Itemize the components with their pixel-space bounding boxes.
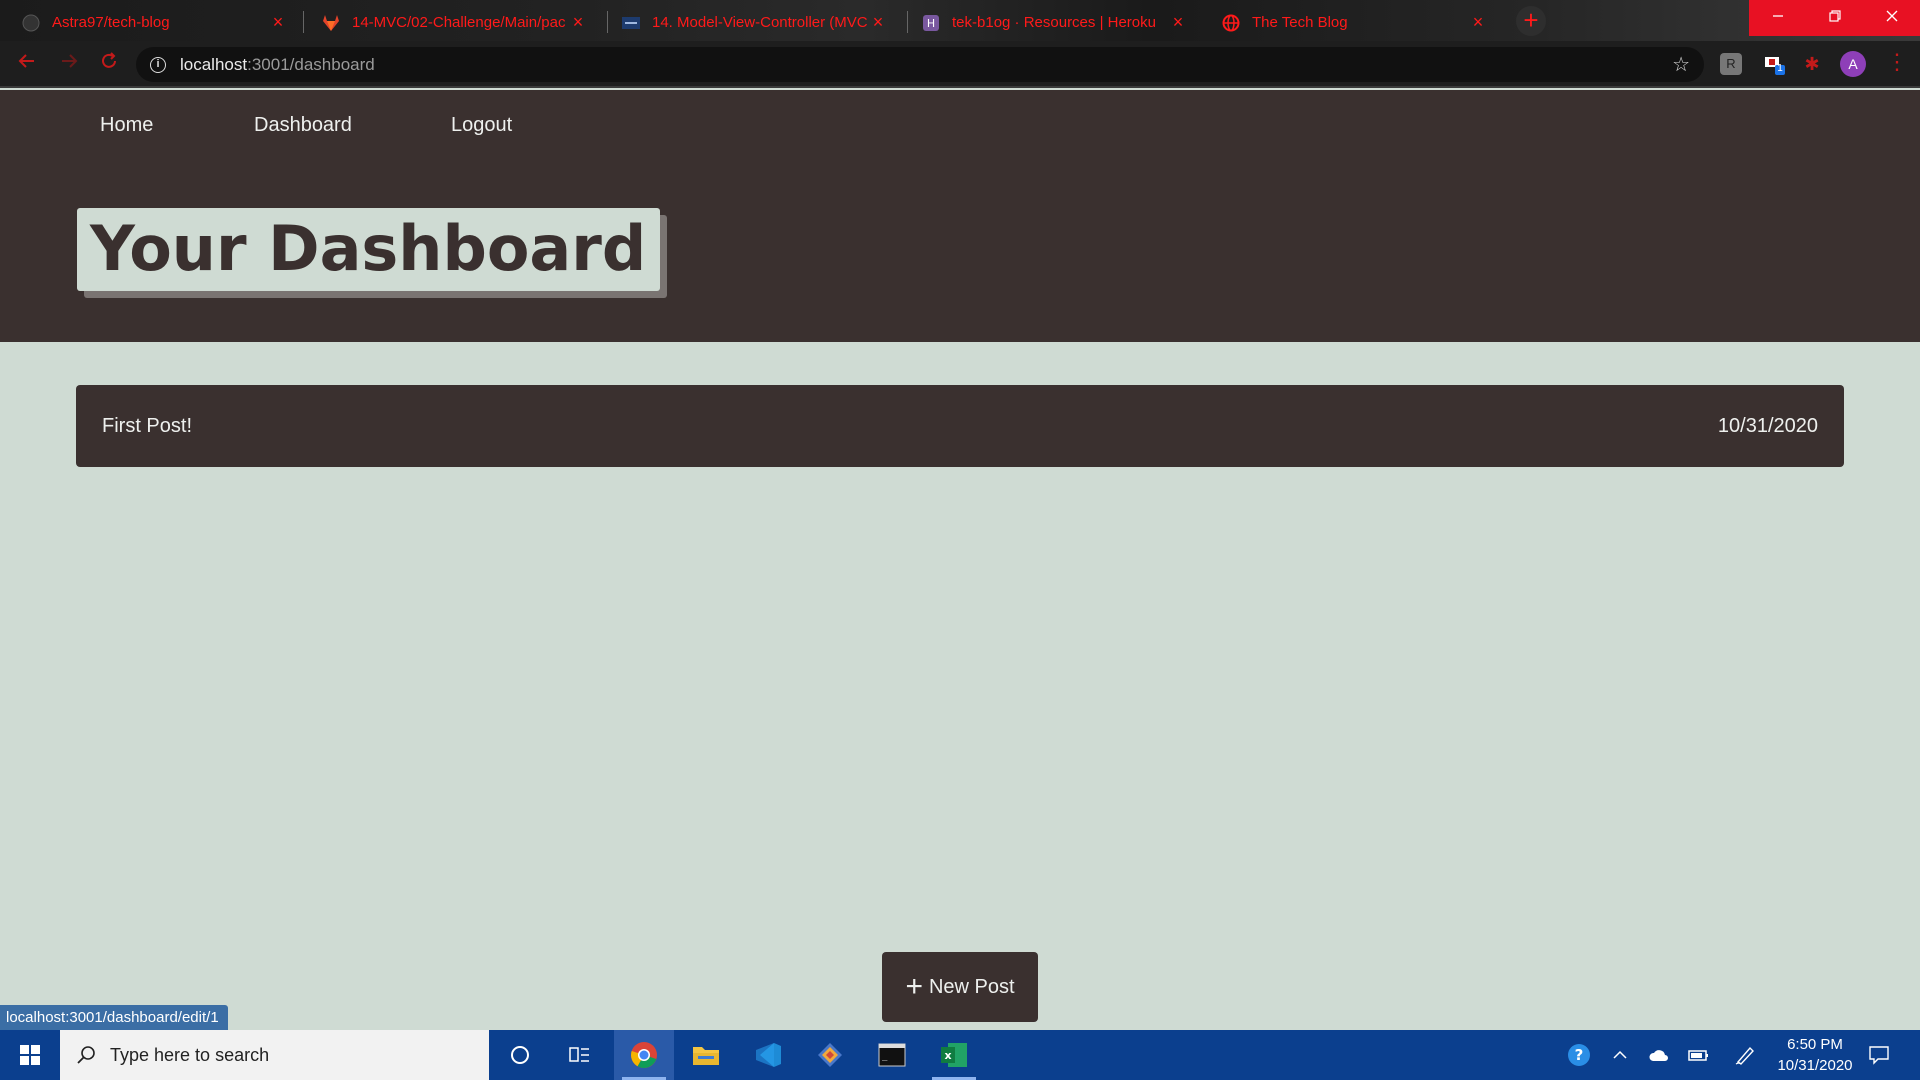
clock-time: 6:50 PM	[1787, 1036, 1843, 1053]
minimize-icon	[1772, 15, 1783, 17]
url-path: :3001/dashboard	[247, 54, 375, 74]
tab-tech-blog[interactable]: The Tech Blog ×	[1200, 4, 1500, 41]
task-view-icon	[569, 1047, 589, 1062]
nav-dashboard-link[interactable]: Dashboard	[254, 114, 352, 137]
excel-icon: x	[941, 1043, 967, 1067]
new-tab-button[interactable]: +	[1516, 6, 1546, 36]
battery-icon[interactable]	[1688, 1030, 1710, 1080]
git-diamond-icon	[818, 1043, 842, 1067]
minimize-button[interactable]	[1749, 0, 1806, 36]
gitlab-icon	[322, 14, 340, 32]
page-title-wrapper: Your Dashboard	[77, 208, 661, 291]
status-bar-url: localhost:3001/dashboard/edit/1	[0, 1005, 228, 1030]
close-icon[interactable]: ×	[868, 12, 888, 33]
close-icon[interactable]: ×	[1168, 12, 1188, 33]
svg-text:_: _	[882, 1052, 888, 1062]
chrome-icon	[631, 1042, 657, 1069]
tab-heroku[interactable]: H tek-b1og · Resources | Heroku ×	[900, 4, 1200, 41]
tab-bootcamp[interactable]: 14. Model-View-Controller (MVC ×	[600, 4, 900, 41]
info-icon[interactable]: i	[150, 56, 166, 73]
taskbar-git[interactable]	[800, 1030, 860, 1080]
reload-icon	[102, 52, 116, 68]
new-post-label: New Post	[928, 975, 1015, 998]
address-bar[interactable]: i localhost :3001/dashboard ☆	[136, 47, 1704, 82]
taskbar-chrome[interactable]	[614, 1030, 674, 1080]
pen-ink-icon[interactable]	[1734, 1030, 1756, 1080]
search-placeholder: Type here to search	[110, 1044, 270, 1065]
cortana-circle-icon	[511, 1046, 529, 1064]
tab-title: 14. Model-View-Controller (MVC	[652, 14, 868, 31]
arrow-right-icon	[62, 54, 78, 68]
profile-avatar[interactable]: A	[1840, 51, 1866, 77]
new-post-button[interactable]: + New Post	[882, 952, 1038, 1022]
close-icon	[1886, 10, 1897, 22]
close-icon[interactable]: ×	[568, 12, 588, 33]
clock-date: 10/31/2020	[1777, 1057, 1853, 1074]
bootcamp-icon	[622, 14, 640, 32]
restore-icon	[1828, 10, 1841, 22]
arrow-left-icon	[18, 54, 34, 68]
page-title: Your Dashboard	[77, 208, 661, 291]
extension-badge-count: 1	[1777, 63, 1783, 74]
extension-badge-icon[interactable]: 1	[1763, 53, 1785, 75]
notifications-icon[interactable]	[1868, 1030, 1890, 1080]
svg-text:H: H	[927, 17, 935, 30]
heroku-icon: H	[922, 14, 940, 32]
forward-button[interactable]	[56, 51, 82, 77]
github-icon	[22, 14, 40, 32]
windows-logo-icon	[20, 1045, 40, 1065]
taskbar-file-explorer[interactable]	[676, 1030, 736, 1080]
nav-home-link[interactable]: Home	[100, 114, 153, 137]
site-header: Home Dashboard Logout Your Dashboard	[0, 90, 1920, 342]
back-button[interactable]	[14, 51, 40, 77]
onedrive-cloud-icon[interactable]	[1648, 1030, 1670, 1080]
taskbar-vscode[interactable]	[738, 1030, 798, 1080]
svg-text:?: ?	[1575, 1046, 1584, 1064]
folder-icon	[693, 1047, 719, 1065]
help-icon[interactable]: ?	[1566, 1030, 1592, 1080]
taskbar-terminal[interactable]: _	[862, 1030, 922, 1080]
url-host: localhost	[180, 54, 248, 74]
task-view-button[interactable]	[550, 1030, 610, 1080]
post-title[interactable]: First Post!	[102, 415, 192, 438]
tab-title: The Tech Blog	[1252, 14, 1348, 31]
globe-icon	[1222, 14, 1240, 32]
extension-puzzle-box-icon[interactable]: R	[1720, 53, 1742, 75]
plus-icon: +	[905, 970, 923, 1003]
reload-button[interactable]	[96, 51, 122, 77]
search-icon	[77, 1046, 95, 1064]
tab-title: tek-b1og · Resources | Heroku	[952, 14, 1156, 31]
system-clock[interactable]: 6:50 PM 10/31/2020	[1760, 1034, 1870, 1076]
restore-button[interactable]	[1806, 0, 1863, 36]
terminal-icon: _	[878, 1043, 906, 1067]
windows-taskbar: Type here to search _ x ? 6:50 PM 10/31/…	[0, 1030, 1920, 1080]
post-card[interactable]: First Post! 10/31/2020	[76, 385, 1844, 467]
chevron-up-icon[interactable]	[1612, 1030, 1628, 1080]
vscode-icon	[756, 1043, 781, 1067]
extensions-puzzle-icon[interactable]: ✱	[1801, 53, 1823, 75]
bookmark-star-icon[interactable]: ☆	[1672, 52, 1690, 77]
tab-title: 14-MVC/02-Challenge/Main/pac	[352, 14, 566, 31]
start-button[interactable]	[0, 1030, 60, 1080]
tab-gitlab[interactable]: 14-MVC/02-Challenge/Main/pac ×	[300, 4, 600, 41]
browser-tab-strip: Astra97/tech-blog × 14-MVC/02-Challenge/…	[0, 0, 1920, 41]
cortana-button[interactable]	[490, 1030, 550, 1080]
taskbar-excel[interactable]: x	[924, 1030, 984, 1080]
more-menu-icon[interactable]: ⋮	[1886, 49, 1908, 75]
browser-toolbar: i localhost :3001/dashboard ☆ R 1 ✱ A ⋮	[0, 41, 1920, 88]
close-window-button[interactable]	[1863, 0, 1920, 36]
tab-title: Astra97/tech-blog	[52, 14, 170, 31]
tab-github[interactable]: Astra97/tech-blog ×	[0, 4, 300, 41]
svg-text:x: x	[944, 1049, 951, 1062]
taskbar-search-box[interactable]: Type here to search	[60, 1030, 489, 1080]
close-icon[interactable]: ×	[268, 12, 288, 33]
post-date: 10/31/2020	[1717, 414, 1818, 437]
nav-logout-link[interactable]: Logout	[451, 114, 512, 137]
close-icon[interactable]: ×	[1468, 12, 1488, 33]
